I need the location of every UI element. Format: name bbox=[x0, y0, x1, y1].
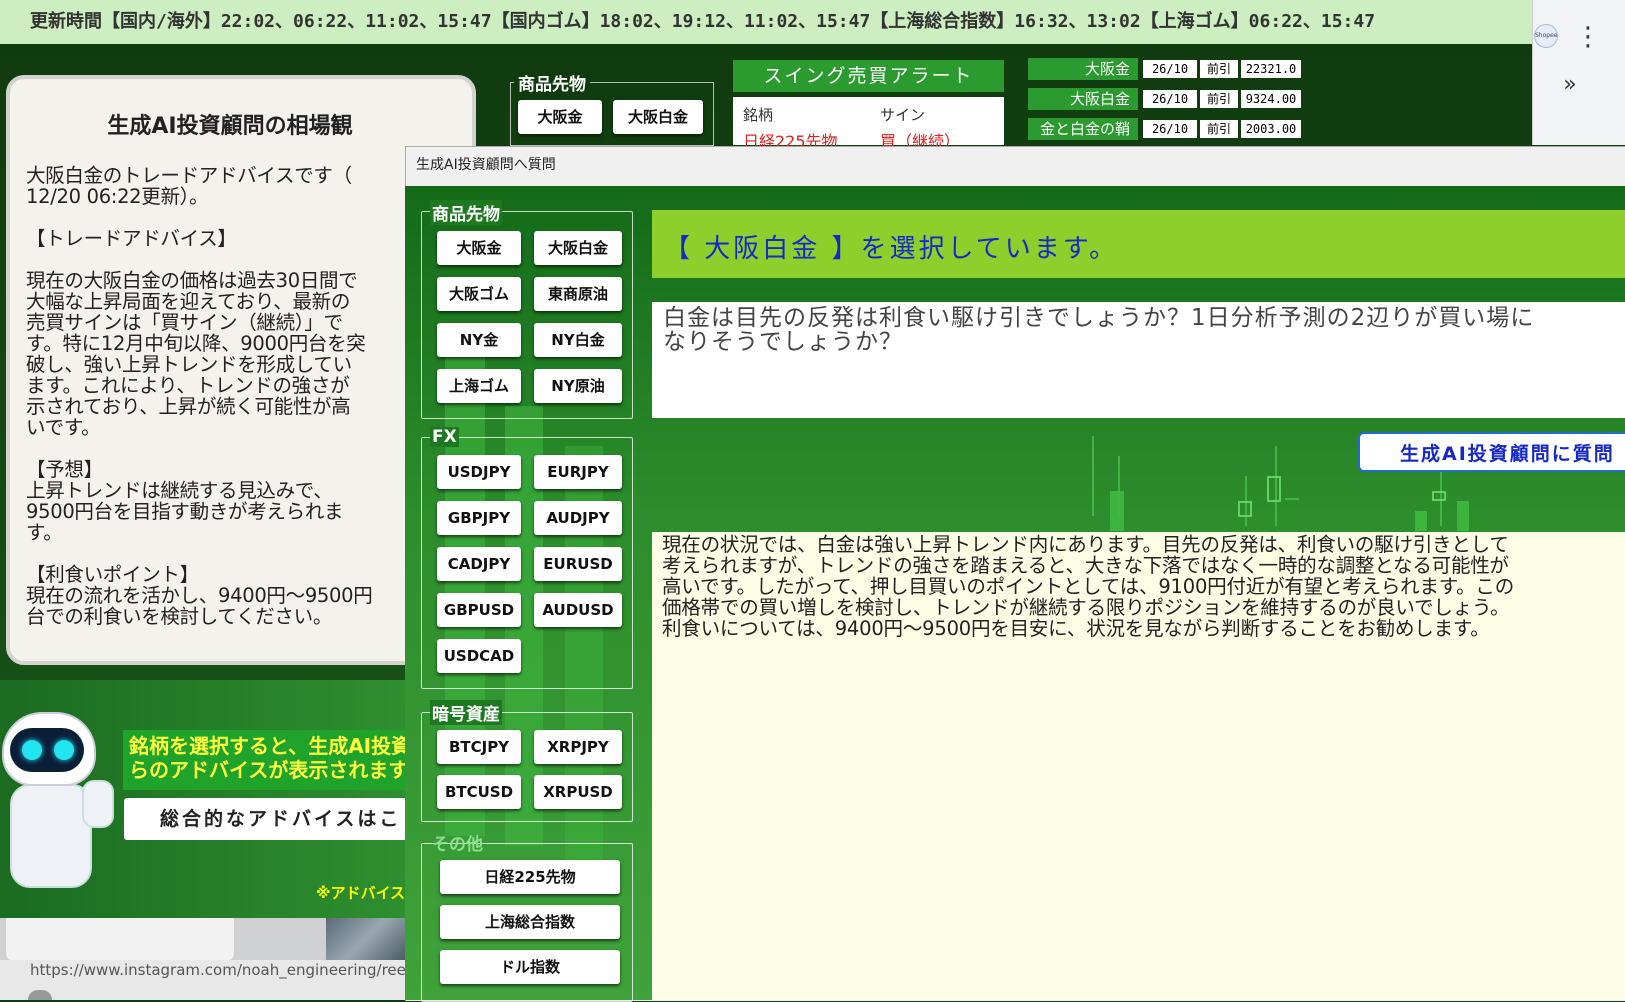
bg-osaka-gold-button[interactable]: 大阪金 bbox=[518, 100, 602, 134]
price-date: 26/10 bbox=[1143, 60, 1197, 78]
audusd-button[interactable]: AUDUSD bbox=[534, 593, 622, 627]
shanghai-rubber-button[interactable]: 上海ゴム bbox=[437, 369, 521, 403]
osaka-gold-button[interactable]: 大阪金 bbox=[437, 231, 521, 265]
ny-crude-button[interactable]: NY原油 bbox=[534, 369, 622, 403]
eurusd-button[interactable]: EURUSD bbox=[534, 547, 622, 581]
shanghai-index-button[interactable]: 上海総合指数 bbox=[440, 905, 620, 939]
dollar-index-button[interactable]: ドル指数 bbox=[440, 950, 620, 984]
usdjpy-button[interactable]: USDJPY bbox=[437, 455, 521, 489]
overall-advice-button[interactable]: 総合的なアドバイスはこ bbox=[124, 798, 414, 840]
swing-alert-title: スイング売買アラート bbox=[733, 60, 1004, 92]
tocom-crude-button[interactable]: 東商原油 bbox=[534, 277, 622, 311]
robot-eye-icon bbox=[22, 740, 42, 760]
ask-ai-button[interactable]: 生成AI投資顧問に質問 bbox=[1358, 432, 1625, 472]
price-label-osaka-platinum: 大阪白金 bbox=[1028, 88, 1138, 110]
robot-mascot-body bbox=[10, 784, 92, 888]
commodity-group-title: 商品先物 bbox=[430, 200, 502, 225]
ny-gold-button[interactable]: NY金 bbox=[437, 323, 521, 357]
swing-header-sign: サイン bbox=[880, 106, 926, 124]
selected-symbol-text: 【 大阪白金 】を選択しています。 bbox=[664, 234, 1119, 264]
price-type: 前引 bbox=[1200, 60, 1238, 78]
bg-commodity-title: 商品先物 bbox=[514, 70, 590, 95]
audjpy-button[interactable]: AUDJPY bbox=[534, 501, 622, 535]
nikkei225-button[interactable]: 日経225先物 bbox=[440, 860, 620, 894]
osaka-platinum-button[interactable]: 大阪白金 bbox=[534, 231, 622, 265]
usdcad-button[interactable]: USDCAD bbox=[437, 639, 521, 673]
price-date: 26/10 bbox=[1143, 90, 1197, 108]
other-group-title: その他 bbox=[432, 835, 483, 855]
question-text[interactable]: 白金は目先の反発は利食い駆け引きでしょうか？1日分析予測の2辺りが買い場に なり… bbox=[663, 306, 1623, 416]
scroll-handle[interactable] bbox=[28, 990, 52, 1000]
price-type: 前引 bbox=[1200, 90, 1238, 108]
gbpusd-button[interactable]: GBPUSD bbox=[437, 593, 521, 627]
bg-osaka-platinum-button[interactable]: 大阪白金 bbox=[613, 100, 703, 134]
robot-mascot-arm bbox=[82, 780, 114, 828]
xrpjpy-button[interactable]: XRPJPY bbox=[534, 730, 622, 764]
xrpusd-button[interactable]: XRPUSD bbox=[534, 775, 622, 809]
advice-card-text: 大阪白金のトレードアドバイスです（ 12/20 06:22更新）。 【トレードア… bbox=[26, 164, 373, 628]
btcusd-button[interactable]: BTCUSD bbox=[437, 775, 521, 809]
status-url: https://www.instagram.com/noah_engineeri… bbox=[0, 960, 405, 1000]
advice-card-title: 生成AI投資顧問の相場観 bbox=[107, 114, 353, 139]
price-label-spread: 金と白金の鞘 bbox=[1028, 118, 1138, 140]
btcjpy-button[interactable]: BTCJPY bbox=[437, 730, 521, 764]
price-value: 22321.0 bbox=[1241, 60, 1301, 78]
shopee-logo-icon[interactable]: Shopee bbox=[1534, 24, 1558, 48]
kebab-menu-icon[interactable]: ⋮ bbox=[1575, 20, 1601, 54]
price-date: 26/10 bbox=[1143, 120, 1197, 138]
thumbnail-image[interactable] bbox=[326, 918, 406, 960]
thumbnail-card[interactable] bbox=[6, 918, 234, 960]
swing-header-symbol: 銘柄 bbox=[743, 106, 774, 124]
update-time-bar: 更新時間【国内/海外】22:02、06:22、11:02、15:47【国内ゴム】… bbox=[0, 0, 1532, 44]
crypto-group-title: 暗号資産 bbox=[430, 700, 502, 725]
double-chevron-icon[interactable]: » bbox=[1555, 72, 1585, 102]
fx-group-title: FX bbox=[430, 427, 459, 447]
price-label-osaka-gold: 大阪金 bbox=[1028, 58, 1138, 80]
select-symbol-hint: 銘柄を選択すると、生成AI投資 らのアドバイスが表示されます。 bbox=[123, 730, 405, 790]
robot-eye-icon bbox=[54, 740, 74, 760]
price-type: 前引 bbox=[1200, 120, 1238, 138]
price-value: 2003.00 bbox=[1241, 120, 1301, 138]
answer-text: 現在の状況では、白金は強い上昇トレンド内にあります。目先の反発は、利食いの駆け引… bbox=[662, 533, 1515, 640]
ny-platinum-button[interactable]: NY白金 bbox=[534, 323, 622, 357]
eurjpy-button[interactable]: EURJPY bbox=[534, 455, 622, 489]
gbpjpy-button[interactable]: GBPJPY bbox=[437, 501, 521, 535]
osaka-rubber-button[interactable]: 大阪ゴム bbox=[437, 277, 521, 311]
cadjpy-button[interactable]: CADJPY bbox=[437, 547, 521, 581]
dialog-title: 生成AI投資顧問へ質問 bbox=[416, 157, 556, 173]
price-value: 9324.00 bbox=[1241, 90, 1301, 108]
